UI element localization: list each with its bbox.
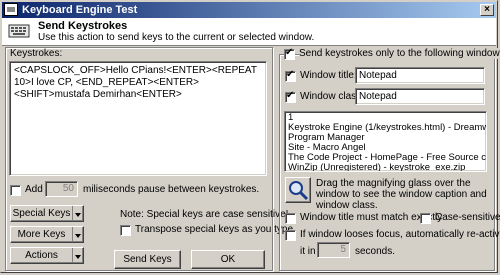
reactivate-checkbox[interactable] bbox=[285, 230, 296, 241]
case-sensitive-label: Case-sensitive bbox=[435, 212, 500, 223]
keystrokes-label: Keystrokes: bbox=[10, 48, 63, 59]
add-label: Add bbox=[25, 184, 43, 195]
window-title-input[interactable]: Notepad bbox=[355, 67, 485, 84]
drag-hint: Drag the magnifying glass over the windo… bbox=[316, 178, 487, 211]
window-title-checkbox[interactable] bbox=[285, 69, 296, 82]
list-item[interactable]: WinZip (Unregistered) - keystroke_exe.zi… bbox=[288, 163, 483, 172]
send-only-checkbox[interactable] bbox=[284, 47, 295, 60]
reactivate-label: If window looses focus, automatically re… bbox=[300, 229, 500, 240]
transpose-label: Transpose special keys as you type bbox=[135, 224, 294, 235]
send-only-label: Send keystrokes only to the following wi… bbox=[299, 48, 500, 59]
title-bar[interactable]: Keyboard Engine Test × bbox=[2, 2, 496, 18]
more-keys-button[interactable]: More Keys bbox=[10, 226, 84, 243]
actions-button[interactable]: Actions bbox=[10, 247, 84, 264]
close-button[interactable]: × bbox=[480, 4, 494, 16]
pause-suffix-label: miliseconds pause between keystrokes. bbox=[83, 184, 260, 195]
chevron-down-icon bbox=[72, 248, 83, 263]
chevron-down-icon bbox=[72, 227, 83, 242]
magnifying-glass-icon bbox=[289, 181, 309, 201]
reactivate-seconds-input[interactable]: 5 bbox=[317, 242, 350, 258]
keystrokes-text: <CAPSLOCK_OFF>Hello CPians!<ENTER><REPEA… bbox=[14, 65, 257, 100]
window-list[interactable]: 1 Keystroke Engine (1/keystrokes.html) -… bbox=[284, 111, 487, 172]
header-title: Send Keystrokes bbox=[38, 20, 128, 32]
ok-button[interactable]: OK bbox=[191, 250, 265, 269]
header-panel: Send Keystrokes Use this action to send … bbox=[2, 18, 496, 46]
case-sensitive-checkbox[interactable] bbox=[420, 213, 431, 224]
special-keys-button[interactable]: Special Keys bbox=[10, 205, 84, 222]
send-keys-button[interactable]: Send Keys bbox=[114, 250, 181, 269]
keyboard-icon bbox=[8, 24, 30, 38]
header-subtitle: Use this action to send keys to the curr… bbox=[38, 32, 315, 43]
add-pause-checkbox[interactable] bbox=[10, 185, 21, 196]
transpose-checkbox[interactable] bbox=[120, 225, 131, 236]
chevron-down-icon bbox=[72, 206, 83, 221]
magnifier-drag-button[interactable] bbox=[285, 177, 311, 203]
must-match-checkbox[interactable] bbox=[285, 213, 296, 224]
window-title-label: Window title: bbox=[300, 70, 357, 81]
window-title: Keyboard Engine Test bbox=[22, 4, 138, 16]
keyboard-app-icon bbox=[4, 3, 18, 16]
pause-ms-input[interactable]: 50 bbox=[45, 181, 78, 197]
seconds-label: seconds. bbox=[355, 246, 396, 257]
window-class-checkbox[interactable] bbox=[285, 90, 296, 103]
window-class-input[interactable]: Notepad bbox=[355, 88, 485, 105]
reactivate-in-label: it in bbox=[300, 246, 316, 257]
keystrokes-textarea[interactable]: <CAPSLOCK_OFF>Hello CPians!<ENTER><REPEA… bbox=[9, 61, 267, 176]
case-note: Note: Special keys are case sensitive! bbox=[120, 209, 289, 220]
app-window: Keyboard Engine Test × Send Keystrokes U… bbox=[0, 0, 500, 273]
